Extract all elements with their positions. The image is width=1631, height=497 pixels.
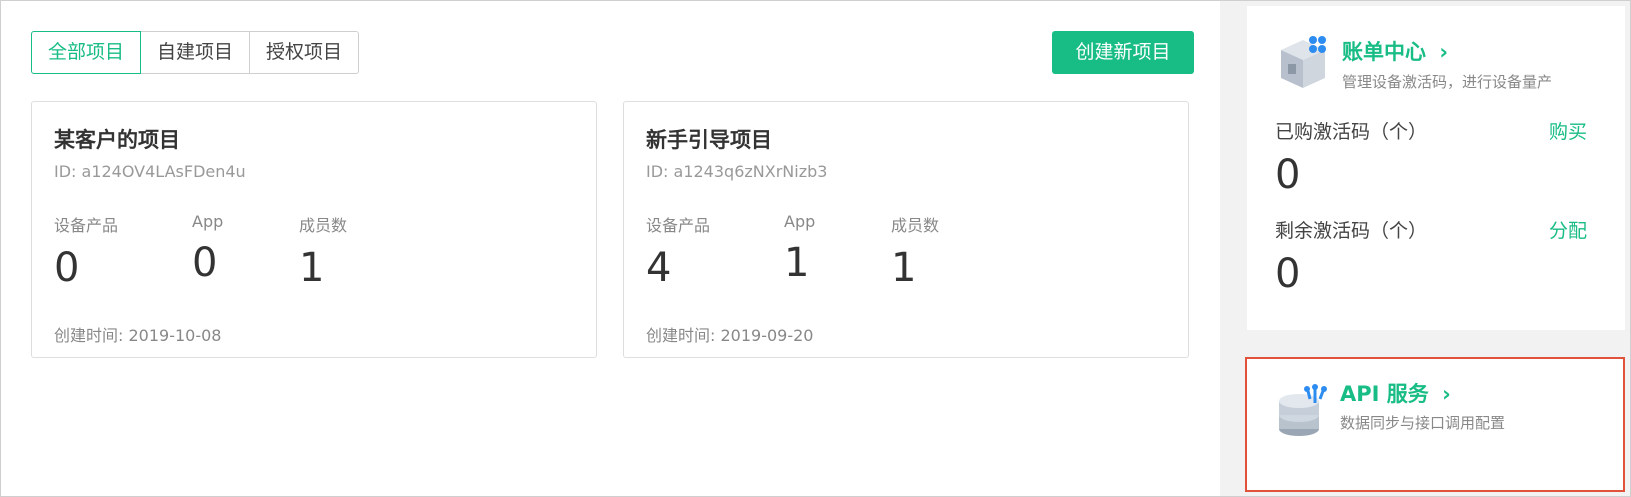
stat-value: 1: [784, 240, 810, 286]
stat-label: 成员数: [299, 216, 348, 235]
stat-label: 成员数: [891, 216, 940, 235]
billing-center-panel: 账单中心 › 管理设备激活码，进行设备量产 已购激活码（个） 购买 0 剩余激活…: [1247, 6, 1625, 330]
remaining-codes-value: 0: [1275, 251, 1301, 297]
chevron-right-icon: ›: [1442, 382, 1451, 406]
stat-label: App: [192, 212, 224, 231]
billing-box-icon: [1277, 32, 1329, 96]
project-id: ID: a124OV4LAsFDen4u: [54, 162, 246, 181]
purchased-codes-label: 已购激活码（个）: [1275, 121, 1428, 143]
billing-title: 账单中心: [1342, 40, 1426, 64]
allocate-codes-link[interactable]: 分配: [1549, 216, 1587, 243]
stat-label: App: [784, 212, 816, 231]
stat-value: 1: [299, 245, 325, 291]
stat-device-products: 设备产品 4: [646, 212, 710, 288]
tab-all-projects[interactable]: 全部项目: [31, 31, 142, 74]
tab-authorized-projects[interactable]: 授权项目: [249, 31, 360, 74]
api-database-icon: [1277, 383, 1329, 443]
project-id: ID: a1243q6zNXrNizb3: [646, 162, 828, 181]
stat-members: 成员数 1: [299, 212, 347, 288]
api-subtitle: 数据同步与接口调用配置: [1340, 414, 1506, 432]
stat-value: 1: [891, 245, 917, 291]
stat-app: App 0: [192, 212, 223, 283]
billing-center-link[interactable]: 账单中心 ›: [1342, 36, 1448, 66]
stat-value: 4: [646, 245, 672, 291]
create-project-button[interactable]: 创建新项目: [1052, 31, 1194, 74]
api-service-panel[interactable]: API 服务 › 数据同步与接口调用配置: [1245, 357, 1625, 492]
api-title: API 服务: [1340, 382, 1429, 406]
stat-members: 成员数 1: [891, 212, 939, 288]
stat-label: 设备产品: [54, 216, 119, 235]
billing-subtitle: 管理设备激活码，进行设备量产: [1342, 73, 1553, 91]
project-name: 某客户的项目: [54, 128, 180, 152]
buy-codes-link[interactable]: 购买: [1549, 117, 1587, 144]
project-filter-tabs: 全部项目 自建项目 授权项目: [31, 31, 360, 74]
tab-self-built-projects[interactable]: 自建项目: [140, 31, 251, 74]
stat-device-products: 设备产品 0: [54, 212, 118, 288]
project-card[interactable]: 新手引导项目 ID: a1243q6zNXrNizb3 设备产品 4 App 1…: [623, 101, 1189, 358]
stat-app: App 1: [784, 212, 815, 283]
chevron-right-icon: ›: [1439, 40, 1448, 64]
api-service-link[interactable]: API 服务 ›: [1340, 378, 1451, 408]
project-card[interactable]: 某客户的项目 ID: a124OV4LAsFDen4u 设备产品 0 App 0…: [31, 101, 597, 358]
project-name: 新手引导项目: [646, 128, 772, 152]
project-created-date: 创建时间: 2019-09-20: [646, 326, 814, 345]
stat-value: 0: [54, 245, 80, 291]
remaining-codes-label: 剩余激活码（个）: [1275, 220, 1428, 242]
project-created-date: 创建时间: 2019-10-08: [54, 326, 222, 345]
stat-value: 0: [192, 240, 218, 286]
purchased-codes-value: 0: [1275, 152, 1301, 198]
stat-label: 设备产品: [646, 216, 711, 235]
